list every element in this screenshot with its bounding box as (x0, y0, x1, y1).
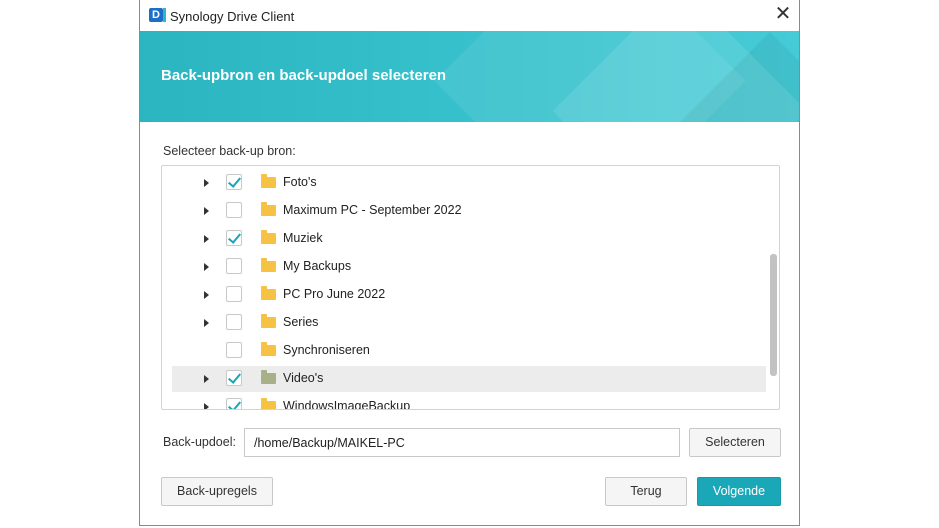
folder-label: PC Pro June 2022 (283, 287, 386, 301)
folder-checkbox[interactable] (226, 314, 242, 330)
tree-scrollbar[interactable] (770, 254, 777, 376)
tree-row[interactable]: Maximum PC - September 2022 (172, 198, 766, 224)
tree-row[interactable]: Foto's (172, 170, 766, 196)
page-title: Back-upbron en back-updoel selecteren (161, 67, 447, 84)
expand-arrow-icon[interactable] (204, 403, 209, 409)
folder-icon (261, 286, 276, 300)
source-label: Selecteer back-up bron: (163, 144, 296, 158)
backup-rules-button[interactable]: Back-upregels (161, 477, 273, 506)
folder-label: Muziek (283, 231, 323, 245)
folder-checkbox[interactable] (226, 398, 242, 409)
expand-arrow-icon[interactable] (204, 319, 209, 327)
folder-checkbox[interactable] (226, 230, 242, 246)
title-bar: D Synology Drive Client ✕ (140, 0, 799, 31)
back-button[interactable]: Terug (605, 477, 687, 506)
folder-icon (261, 314, 276, 328)
synology-drive-logo-icon: D (149, 8, 166, 22)
folder-checkbox[interactable] (226, 370, 242, 386)
expand-arrow-icon[interactable] (204, 179, 209, 187)
folder-label: My Backups (283, 259, 352, 273)
close-icon[interactable]: ✕ (767, 0, 799, 31)
target-label: Back-updoel: (163, 435, 236, 449)
expand-arrow-icon[interactable] (204, 235, 209, 243)
folder-icon (261, 202, 276, 216)
dialog-window: D Synology Drive Client ✕ Back-upbron en… (139, 0, 800, 526)
folder-icon (261, 174, 276, 188)
folder-icon (261, 342, 276, 356)
folder-label: WindowsImageBackup (283, 399, 411, 410)
folder-icon (261, 258, 276, 272)
folder-icon (261, 370, 276, 384)
select-target-button[interactable]: Selecteren (689, 428, 781, 457)
expand-arrow-icon[interactable] (204, 291, 209, 299)
tree-row[interactable]: Series (172, 310, 766, 336)
tree-row[interactable]: Muziek (172, 226, 766, 252)
checkmark-icon (227, 370, 242, 384)
folder-checkbox[interactable] (226, 258, 242, 274)
tree-row[interactable]: WindowsImageBackup (172, 394, 766, 410)
header-banner: Back-upbron en back-updoel selecteren (140, 31, 799, 122)
expand-arrow-icon[interactable] (204, 207, 209, 215)
folder-label: Synchroniseren (283, 343, 370, 357)
checkmark-icon (227, 230, 242, 244)
folder-checkbox[interactable] (226, 286, 242, 302)
source-folder-tree[interactable]: Foto's Maximum PC - September 2022 Muziek M… (161, 165, 780, 410)
expand-arrow-icon[interactable] (204, 375, 209, 383)
target-path-input[interactable] (244, 428, 680, 457)
folder-icon (261, 230, 276, 244)
checkmark-icon (227, 174, 242, 188)
folder-label: Video's (283, 371, 324, 385)
folder-icon (261, 398, 276, 409)
tree-row[interactable]: Video's (172, 366, 766, 392)
folder-label: Foto's (283, 175, 317, 189)
folder-label: Maximum PC - September 2022 (283, 203, 462, 217)
tree-row[interactable]: PC Pro June 2022 (172, 282, 766, 308)
window-title: Synology Drive Client (170, 9, 295, 24)
next-button[interactable]: Volgende (697, 477, 781, 506)
folder-checkbox[interactable] (226, 174, 242, 190)
folder-label: Series (283, 315, 319, 329)
folder-checkbox[interactable] (226, 202, 242, 218)
tree-row[interactable]: My Backups (172, 254, 766, 280)
expand-arrow-icon[interactable] (204, 263, 209, 271)
folder-checkbox[interactable] (226, 342, 242, 358)
checkmark-icon (227, 398, 242, 409)
tree-row[interactable]: Synchroniseren (172, 338, 766, 364)
